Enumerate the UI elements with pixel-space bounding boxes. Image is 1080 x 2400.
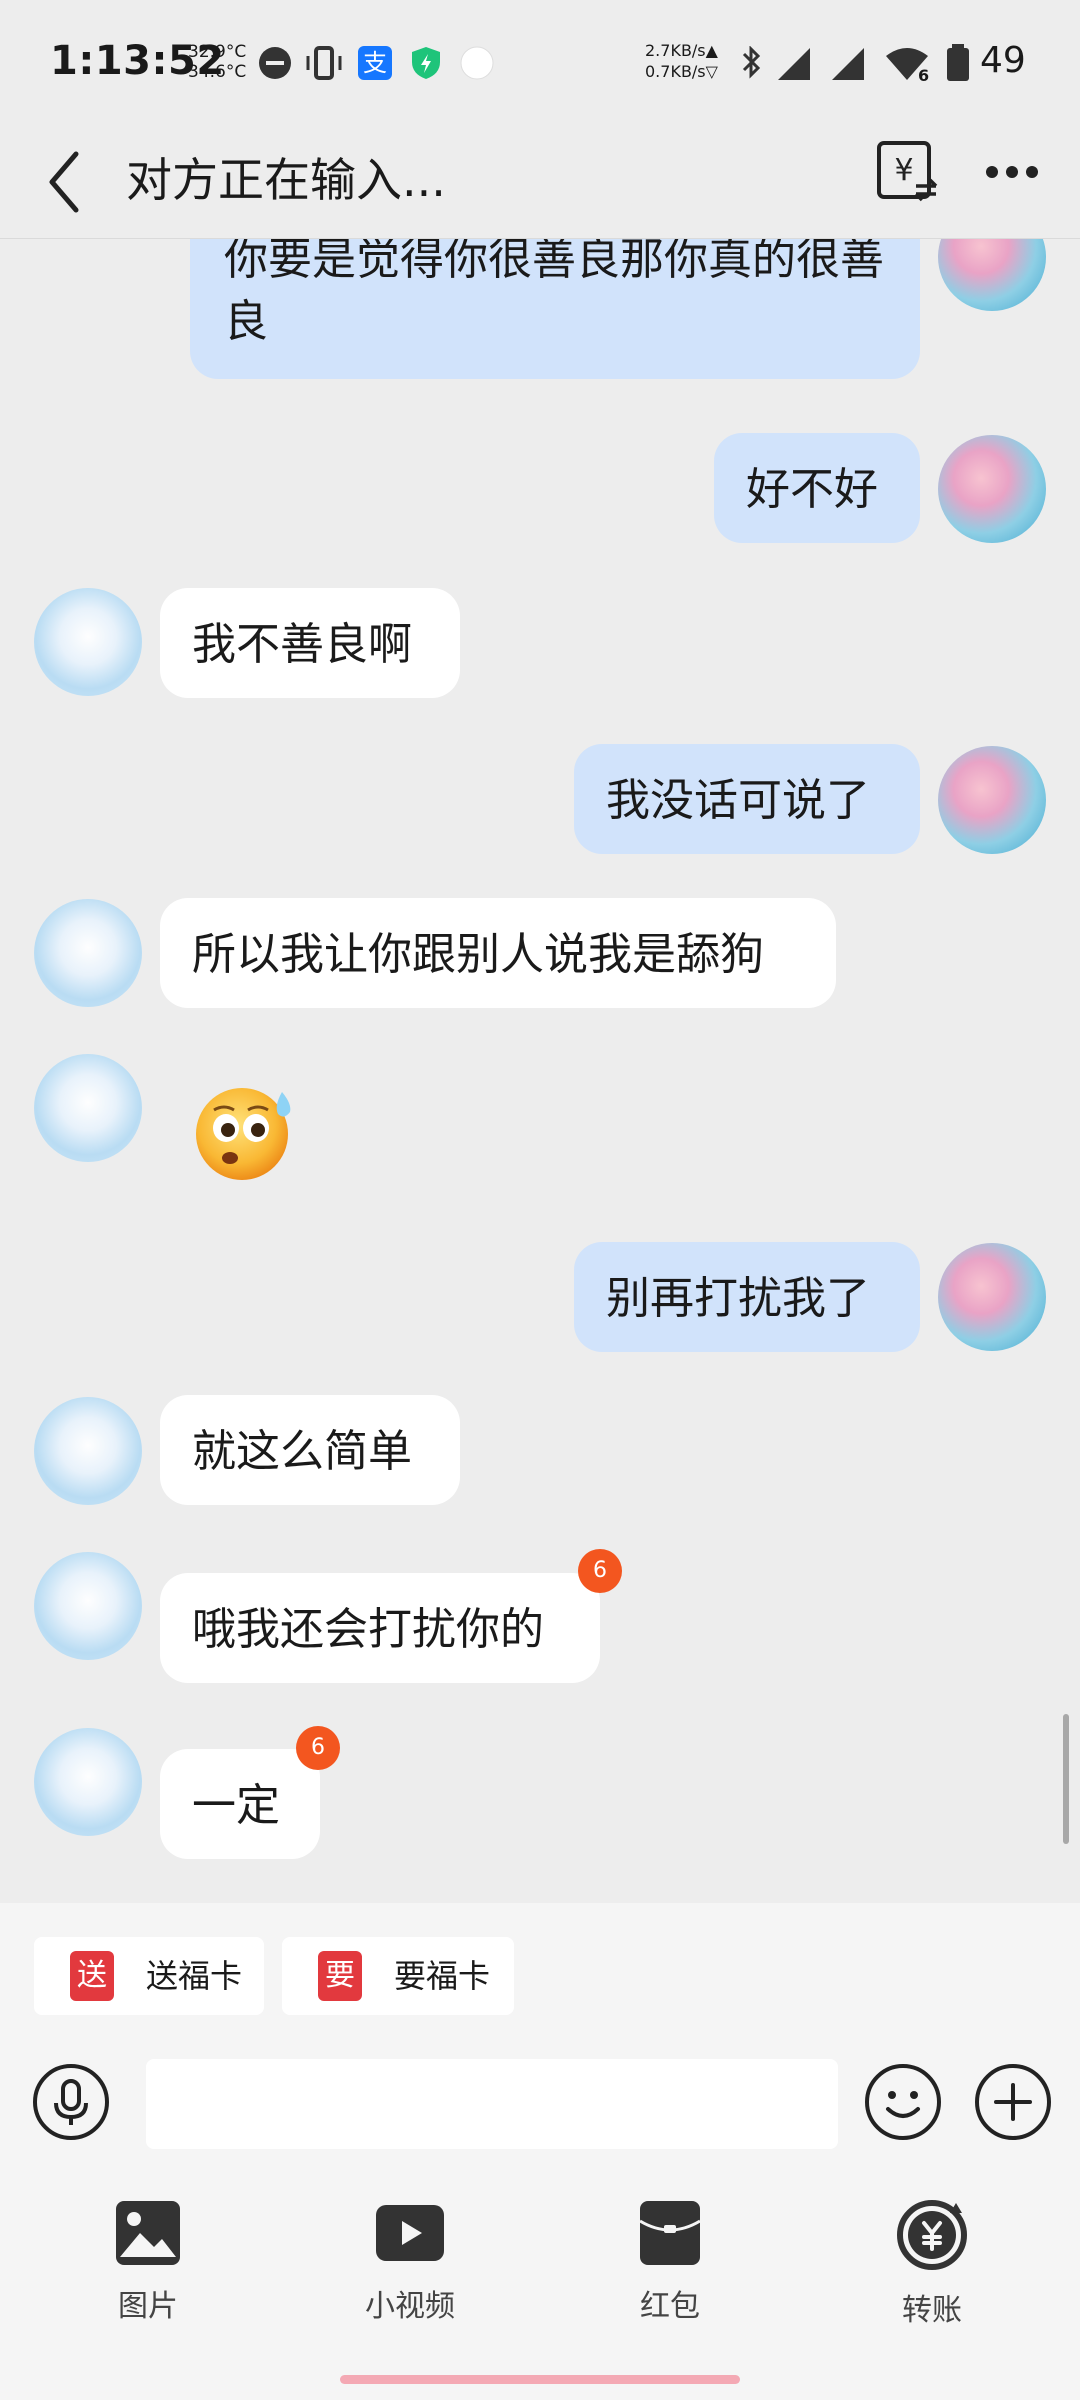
contact-avatar[interactable] <box>34 1728 142 1836</box>
back-button[interactable] <box>44 142 84 222</box>
red-packet-icon <box>639 2201 701 2265</box>
image-icon <box>116 2201 180 2265</box>
message-text: 所以我让你跟别人说我是舔狗 <box>192 929 764 980</box>
chat-header: 对方正在输入... ¥ <box>0 128 1080 239</box>
red-packet-button[interactable]: 红包 <box>590 2199 750 2339</box>
wifi-badge: 6 <box>918 66 930 85</box>
bluetooth-icon <box>742 46 761 79</box>
app-dot-icon <box>460 46 494 80</box>
contact-avatar[interactable] <box>34 1552 142 1660</box>
message-text: 你要是觉得你很善良那你真的很善良 <box>224 239 884 347</box>
message-bubble-received[interactable]: 我不善良啊 <box>160 588 460 698</box>
battery-icon <box>947 44 969 81</box>
message-bubble-received[interactable]: 一定 <box>160 1749 320 1859</box>
send-fortune-card-button[interactable]: 送 送福卡 <box>34 1937 264 2015</box>
red-packet-label: 红包 <box>640 2289 700 2324</box>
message-input[interactable] <box>146 2059 838 2149</box>
battery-temp: 34.6°C <box>188 62 247 82</box>
status-bar: 1:13:52 32.9°C 34.6°C 支 2.7KB/s▲ 0.7KB/s… <box>0 0 1080 128</box>
contact-avatar[interactable] <box>34 1397 142 1505</box>
message-bubble-sent[interactable]: 你要是觉得你很善良那你真的很善良 <box>190 239 920 379</box>
flushed-sweat-emoji[interactable] <box>190 1076 300 1186</box>
message-text: 我没话可说了 <box>606 775 870 826</box>
message-bubble-sent[interactable]: 我没话可说了 <box>574 744 920 854</box>
input-panel: 送 送福卡 要 要福卡 图片 小视频 红包 转账 <box>0 1903 1080 2400</box>
dnd-icon <box>259 47 291 79</box>
message-text: 别再打扰我了 <box>606 1273 870 1324</box>
transfer-button[interactable]: 转账 <box>852 2199 1012 2339</box>
upload-speed: 2.7KB/s▲ <box>645 41 718 60</box>
image-label: 图片 <box>118 2289 178 2324</box>
money-exchange-icon: ¥ <box>877 141 938 202</box>
my-avatar[interactable] <box>938 746 1046 854</box>
my-avatar[interactable] <box>938 1243 1046 1351</box>
video-label: 小视频 <box>365 2289 455 2324</box>
message-bubble-received[interactable]: 就这么简单 <box>160 1395 460 1505</box>
message-text: 好不好 <box>746 464 878 515</box>
message-text: 就这么简单 <box>192 1426 412 1477</box>
request-card-label: 要福卡 <box>394 1957 491 1995</box>
send-card-icon: 送 <box>70 1951 114 2001</box>
cpu-temp: 32.9°C <box>188 42 247 62</box>
vibrate-icon <box>306 46 342 80</box>
alipay-icon: 支 <box>358 46 392 80</box>
request-card-icon: 要 <box>318 1951 362 2001</box>
more-actions-button[interactable] <box>974 2063 1052 2141</box>
contact-avatar[interactable] <box>34 899 142 1007</box>
shield-icon <box>412 47 440 79</box>
voice-input-button[interactable] <box>32 2063 110 2141</box>
message-bubble-received[interactable]: 所以我让你跟别人说我是舔狗 <box>160 898 836 1008</box>
signal-2-icon <box>832 48 864 80</box>
message-text: 一定 <box>192 1780 280 1831</box>
money-glyph: ¥ <box>894 153 913 188</box>
message-text: 我不善良啊 <box>192 619 412 670</box>
image-button[interactable]: 图片 <box>68 2199 228 2339</box>
message-bubble-sent[interactable]: 别再打扰我了 <box>574 1242 920 1352</box>
contact-avatar[interactable] <box>34 1054 142 1162</box>
my-avatar[interactable] <box>938 435 1046 543</box>
transfer-label: 转账 <box>902 2293 962 2328</box>
video-icon <box>376 2205 444 2261</box>
emoji-picker-button[interactable] <box>864 2063 942 2141</box>
message-badge: 6 <box>296 1726 340 1770</box>
transfer-icon <box>897 2200 967 2270</box>
message-bubble-received[interactable]: 哦我还会打扰你的 <box>160 1573 600 1683</box>
transfer-shortcut-button[interactable]: ¥ <box>876 140 940 204</box>
download-speed: 0.7KB/s▽ <box>645 62 718 81</box>
message-list[interactable]: 你要是觉得你很善良那你真的很善良 好不好 我不善良啊 我没话可说了 所以我让你跟… <box>0 239 1080 1903</box>
scrollbar[interactable] <box>1063 1714 1069 1844</box>
home-indicator[interactable] <box>340 2375 740 2384</box>
network-speed: 2.7KB/s▲ 0.7KB/s▽ <box>645 40 718 82</box>
message-badge: 6 <box>578 1549 622 1593</box>
battery-level: 49 <box>980 40 1026 81</box>
signal-1-icon <box>778 48 810 80</box>
video-button[interactable]: 小视频 <box>330 2199 490 2339</box>
message-bubble-sent[interactable]: 好不好 <box>714 433 920 543</box>
my-avatar[interactable] <box>938 239 1046 311</box>
chat-title: 对方正在输入... <box>126 153 446 207</box>
send-card-label: 送福卡 <box>146 1957 243 1995</box>
message-text: 哦我还会打扰你的 <box>192 1604 544 1655</box>
contact-avatar[interactable] <box>34 588 142 696</box>
status-temperatures: 32.9°C 34.6°C <box>188 42 246 82</box>
request-fortune-card-button[interactable]: 要 要福卡 <box>282 1937 514 2015</box>
more-options-button[interactable] <box>982 152 1042 192</box>
